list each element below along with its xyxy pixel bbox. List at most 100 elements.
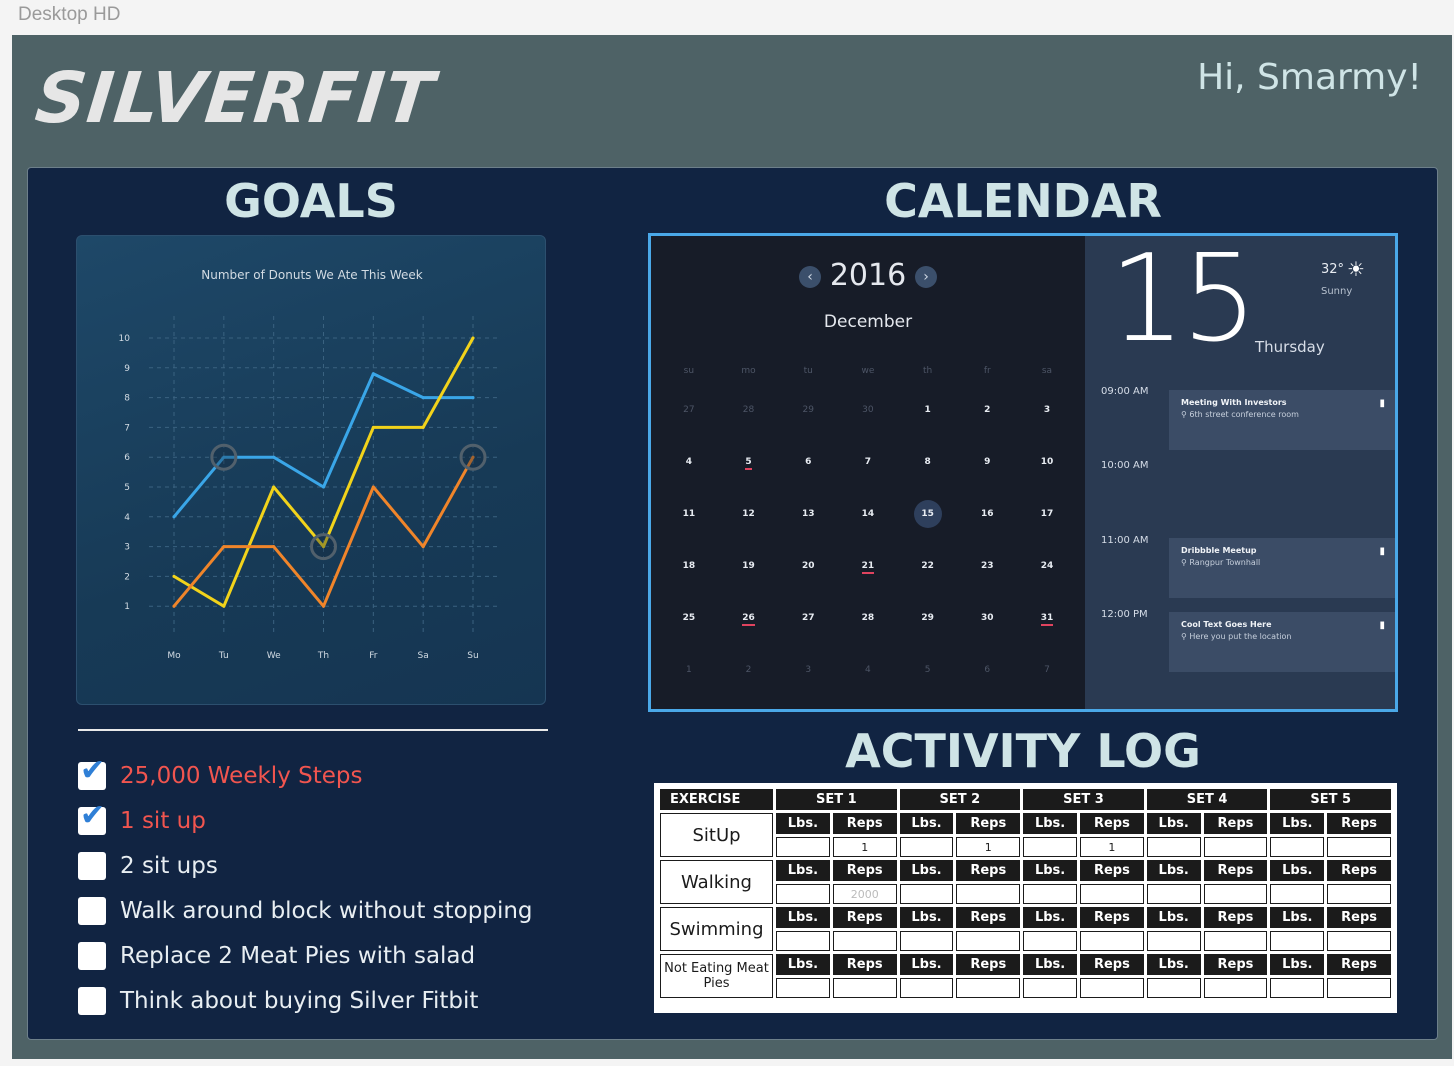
goal-item[interactable]: ✔ 25,000 Weekly Steps — [78, 753, 598, 798]
calendar-day[interactable]: 4 — [838, 665, 898, 675]
event-card[interactable]: Dribbble Meetup ⚲ Rangpur Townhall ▮ — [1169, 538, 1395, 598]
goal-checkbox[interactable]: ✔ — [78, 755, 106, 790]
reps-input[interactable] — [956, 884, 1021, 904]
reps-input[interactable] — [1203, 931, 1268, 951]
lbs-input[interactable] — [1023, 837, 1077, 857]
lbs-input[interactable] — [899, 931, 954, 951]
reps-input[interactable] — [1203, 978, 1268, 998]
calendar-day[interactable]: 10 — [1017, 457, 1077, 467]
event-card[interactable]: Meeting With Investors ⚲ 6th street conf… — [1169, 390, 1395, 450]
lbs-input[interactable] — [1270, 837, 1325, 857]
calendar-day[interactable]: 1 — [659, 665, 719, 675]
reps-input[interactable] — [1327, 884, 1391, 904]
calendar-day[interactable]: 30 — [838, 405, 898, 415]
lbs-input[interactable] — [1023, 978, 1077, 998]
calendar-day[interactable]: 30 — [957, 613, 1017, 623]
calendar-day[interactable]: 5 — [719, 457, 779, 470]
app-logo[interactable]: SILVERFIT — [32, 57, 439, 139]
reps-input[interactable]: 2000 — [832, 884, 897, 904]
reps-input[interactable] — [956, 978, 1021, 998]
reps-input[interactable] — [1080, 884, 1144, 904]
goal-checkbox[interactable]: ✔ — [78, 800, 106, 835]
lbs-input[interactable] — [1023, 884, 1077, 904]
lbs-input[interactable] — [776, 837, 830, 857]
lbs-input[interactable] — [776, 884, 830, 904]
calendar-day[interactable]: 29 — [898, 613, 958, 623]
calendar-day[interactable]: 27 — [659, 405, 719, 415]
calendar-day[interactable]: 25 — [659, 613, 719, 623]
calendar-day[interactable]: 6 — [957, 665, 1017, 675]
calendar-day[interactable]: 7 — [1017, 665, 1077, 675]
calendar-day[interactable]: 29 — [778, 405, 838, 415]
goal-item[interactable]: Walk around block without stopping — [78, 888, 598, 933]
lbs-input[interactable] — [1023, 931, 1077, 951]
calendar-day[interactable]: 12 — [719, 509, 779, 519]
goal-item[interactable]: 2 sit ups — [78, 843, 598, 888]
calendar-day[interactable]: 19 — [719, 561, 779, 571]
calendar-day[interactable]: 3 — [778, 665, 838, 675]
goal-checkbox[interactable] — [78, 941, 106, 970]
reps-input[interactable] — [956, 931, 1021, 951]
goal-item[interactable]: ✔ 1 sit up — [78, 798, 598, 843]
calendar-day[interactable]: 3 — [1017, 405, 1077, 415]
lbs-input[interactable] — [1270, 884, 1325, 904]
lbs-input[interactable] — [1146, 978, 1201, 998]
lbs-input[interactable] — [1146, 837, 1201, 857]
calendar-day[interactable]: 1 — [898, 405, 958, 415]
calendar-day-selected[interactable]: 15 — [898, 500, 958, 528]
calendar-day[interactable]: 6 — [778, 457, 838, 467]
calendar-day[interactable]: 24 — [1017, 561, 1077, 571]
lbs-input[interactable] — [899, 884, 954, 904]
goal-checkbox[interactable] — [78, 896, 106, 925]
calendar-day[interactable]: 23 — [957, 561, 1017, 571]
reps-input[interactable] — [1080, 978, 1144, 998]
reps-input[interactable] — [832, 978, 897, 998]
lbs-input[interactable] — [1146, 931, 1201, 951]
calendar-day[interactable]: 2 — [719, 665, 779, 675]
reps-input[interactable] — [1203, 884, 1268, 904]
reps-input[interactable] — [1327, 978, 1391, 998]
goal-checkbox[interactable] — [78, 986, 106, 1015]
reps-input[interactable] — [1203, 837, 1268, 857]
calendar-day[interactable]: 11 — [659, 509, 719, 519]
event-menu-icon[interactable]: ▮ — [1379, 398, 1385, 409]
lbs-input[interactable] — [1270, 978, 1325, 998]
next-year-button[interactable]: › — [915, 266, 937, 288]
lbs-input[interactable] — [1146, 884, 1201, 904]
lbs-input[interactable] — [899, 837, 954, 857]
goal-checkbox[interactable] — [78, 851, 106, 880]
calendar-day[interactable]: 9 — [957, 457, 1017, 467]
calendar-day[interactable]: 31 — [1017, 613, 1077, 626]
reps-input[interactable] — [832, 931, 897, 951]
calendar-day[interactable]: 20 — [778, 561, 838, 571]
calendar-day[interactable]: 26 — [719, 613, 779, 626]
goal-item[interactable]: Think about buying Silver Fitbit — [78, 978, 598, 1023]
calendar-day[interactable]: 16 — [957, 509, 1017, 519]
calendar-day[interactable]: 5 — [898, 665, 958, 675]
calendar-day[interactable]: 17 — [1017, 509, 1077, 519]
reps-input[interactable]: 1 — [956, 837, 1021, 857]
calendar-day[interactable]: 14 — [838, 509, 898, 519]
lbs-input[interactable] — [1270, 931, 1325, 951]
calendar-day[interactable]: 28 — [719, 405, 779, 415]
calendar-day[interactable]: 22 — [898, 561, 958, 571]
calendar-day[interactable]: 4 — [659, 457, 719, 467]
calendar-day[interactable]: 27 — [778, 613, 838, 623]
event-menu-icon[interactable]: ▮ — [1379, 546, 1385, 557]
lbs-input[interactable] — [899, 978, 954, 998]
goal-item[interactable]: Replace 2 Meat Pies with salad — [78, 933, 598, 978]
lbs-input[interactable] — [776, 978, 830, 998]
lbs-input[interactable] — [776, 931, 830, 951]
calendar-day[interactable]: 13 — [778, 509, 838, 519]
calendar-day[interactable]: 8 — [898, 457, 958, 467]
calendar-day[interactable]: 28 — [838, 613, 898, 623]
reps-input[interactable]: 1 — [1080, 837, 1144, 857]
calendar-day[interactable]: 21 — [838, 561, 898, 574]
reps-input[interactable] — [1327, 931, 1391, 951]
reps-input[interactable] — [1327, 837, 1391, 857]
calendar-day[interactable]: 18 — [659, 561, 719, 571]
event-card[interactable]: Cool Text Goes Here ⚲ Here you put the l… — [1169, 612, 1395, 672]
reps-input[interactable] — [1080, 931, 1144, 951]
calendar-day[interactable]: 2 — [957, 405, 1017, 415]
event-menu-icon[interactable]: ▮ — [1379, 620, 1385, 631]
